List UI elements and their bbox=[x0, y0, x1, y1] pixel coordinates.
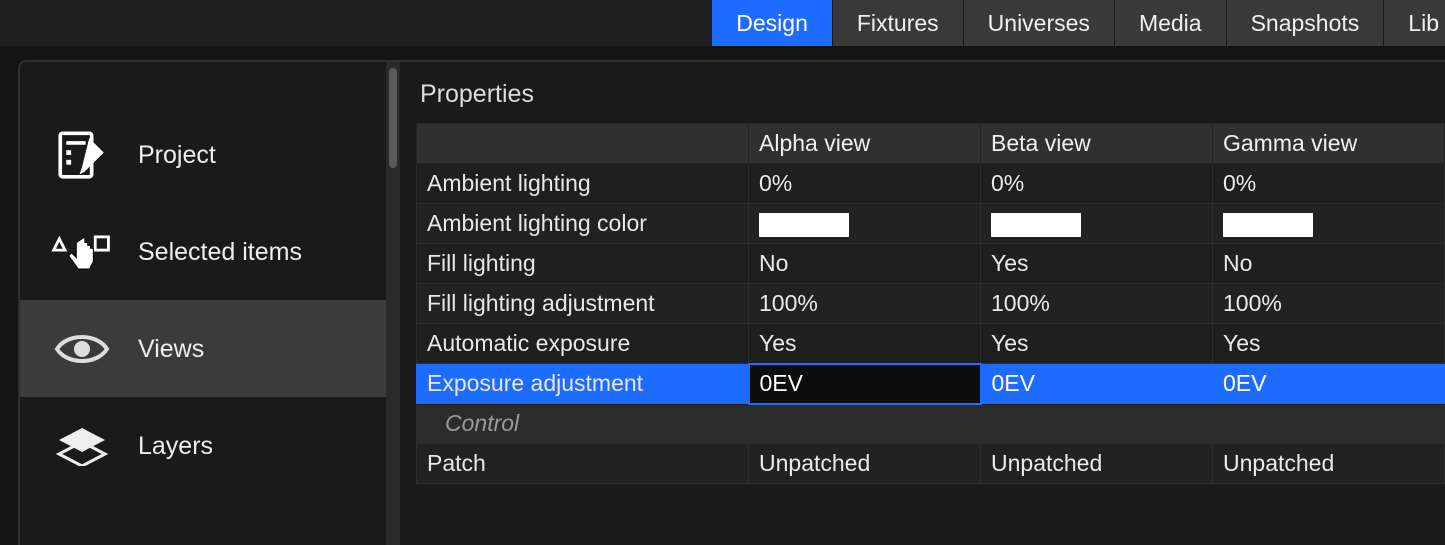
sidebar-item-layers[interactable]: Layers bbox=[20, 397, 386, 494]
table-row[interactable]: Ambient lighting color bbox=[417, 204, 1445, 244]
property-label: Automatic exposure bbox=[417, 324, 749, 364]
property-cell[interactable]: 0EV bbox=[1213, 364, 1445, 404]
property-cell[interactable] bbox=[1213, 204, 1445, 244]
main-panel: Project Selected items Views Layers Propert… bbox=[18, 60, 1445, 545]
property-cell[interactable]: No bbox=[1213, 244, 1445, 284]
sidebar-wrap: Project Selected items Views Layers bbox=[20, 62, 400, 545]
property-cell[interactable] bbox=[981, 204, 1213, 244]
table-row[interactable]: Automatic exposureYesYesYes bbox=[417, 324, 1445, 364]
property-cell[interactable]: Unpatched bbox=[981, 444, 1213, 484]
property-cell[interactable]: Yes bbox=[749, 324, 981, 364]
sidebar-item-label: Layers bbox=[138, 432, 213, 461]
table-row[interactable]: Fill lighting adjustment100%100%100% bbox=[417, 284, 1445, 324]
property-cell[interactable]: 0% bbox=[981, 164, 1213, 204]
property-cell[interactable]: Yes bbox=[981, 324, 1213, 364]
table-row[interactable]: Fill lightingNoYesNo bbox=[417, 244, 1445, 284]
table-group-row: Control bbox=[417, 404, 1445, 444]
group-label: Control bbox=[417, 404, 1445, 444]
table-row[interactable]: Exposure adjustment0EV0EV0EV bbox=[417, 364, 1445, 404]
tab-snapshots[interactable]: Snapshots bbox=[1227, 0, 1385, 46]
property-cell[interactable]: Unpatched bbox=[749, 444, 981, 484]
sidebar-item-project[interactable]: Project bbox=[20, 102, 386, 203]
property-cell[interactable]: Unpatched bbox=[1213, 444, 1445, 484]
property-cell[interactable] bbox=[749, 204, 981, 244]
layers-icon bbox=[48, 414, 116, 478]
property-cell[interactable]: 0EV bbox=[749, 364, 981, 404]
property-label: Ambient lighting bbox=[417, 164, 749, 204]
sidebar-item-views[interactable]: Views bbox=[20, 300, 386, 397]
table-row[interactable]: PatchUnpatchedUnpatchedUnpatched bbox=[417, 444, 1445, 484]
property-label: Ambient lighting color bbox=[417, 204, 749, 244]
properties-table: Alpha viewBeta viewGamma view Ambient li… bbox=[416, 123, 1445, 484]
property-cell[interactable]: 0% bbox=[749, 164, 981, 204]
sidebar-scrollbar[interactable] bbox=[386, 62, 400, 545]
project-icon bbox=[48, 123, 116, 187]
color-swatch[interactable] bbox=[991, 213, 1081, 237]
tab-design[interactable]: Design bbox=[712, 0, 833, 46]
section-title: Properties bbox=[416, 74, 1445, 123]
col-alpha-view[interactable]: Alpha view bbox=[749, 124, 981, 164]
table-header-row: Alpha viewBeta viewGamma view bbox=[417, 124, 1445, 164]
app-root: DesignFixturesUniversesMediaSnapshotsLib… bbox=[0, 0, 1445, 545]
property-label: Fill lighting bbox=[417, 244, 749, 284]
property-cell[interactable]: Yes bbox=[981, 244, 1213, 284]
table-row[interactable]: Ambient lighting0%0%0% bbox=[417, 164, 1445, 204]
sidebar-item-selected-items[interactable]: Selected items bbox=[20, 203, 386, 300]
sidebar-item-label: Views bbox=[138, 335, 204, 364]
tab-bar: DesignFixturesUniversesMediaSnapshotsLib bbox=[0, 0, 1445, 46]
col-gamma-view[interactable]: Gamma view bbox=[1213, 124, 1445, 164]
sidebar-item-label: Project bbox=[138, 141, 216, 170]
property-label: Exposure adjustment bbox=[417, 364, 749, 404]
tab-universes[interactable]: Universes bbox=[964, 0, 1115, 46]
tab-fixtures[interactable]: Fixtures bbox=[833, 0, 964, 46]
scrollbar-thumb[interactable] bbox=[389, 68, 397, 168]
property-cell[interactable]: 100% bbox=[749, 284, 981, 324]
property-cell[interactable]: 0EV bbox=[981, 364, 1213, 404]
col-beta-view[interactable]: Beta view bbox=[981, 124, 1213, 164]
views-eye-icon bbox=[48, 317, 116, 381]
property-label: Fill lighting adjustment bbox=[417, 284, 749, 324]
property-cell[interactable]: No bbox=[749, 244, 981, 284]
color-swatch[interactable] bbox=[1223, 213, 1313, 237]
color-swatch[interactable] bbox=[759, 213, 849, 237]
selected-items-icon bbox=[48, 220, 116, 284]
sidebar-item-label: Selected items bbox=[138, 238, 302, 267]
property-label: Patch bbox=[417, 444, 749, 484]
col-property[interactable] bbox=[417, 124, 749, 164]
tab-lib[interactable]: Lib bbox=[1384, 0, 1445, 46]
property-cell[interactable]: 100% bbox=[981, 284, 1213, 324]
property-cell[interactable]: Yes bbox=[1213, 324, 1445, 364]
property-cell[interactable]: 100% bbox=[1213, 284, 1445, 324]
sidebar: Project Selected items Views Layers bbox=[20, 62, 386, 545]
tab-media[interactable]: Media bbox=[1115, 0, 1227, 46]
property-cell[interactable]: 0% bbox=[1213, 164, 1445, 204]
content-area: Properties Alpha viewBeta viewGamma view… bbox=[400, 62, 1445, 545]
